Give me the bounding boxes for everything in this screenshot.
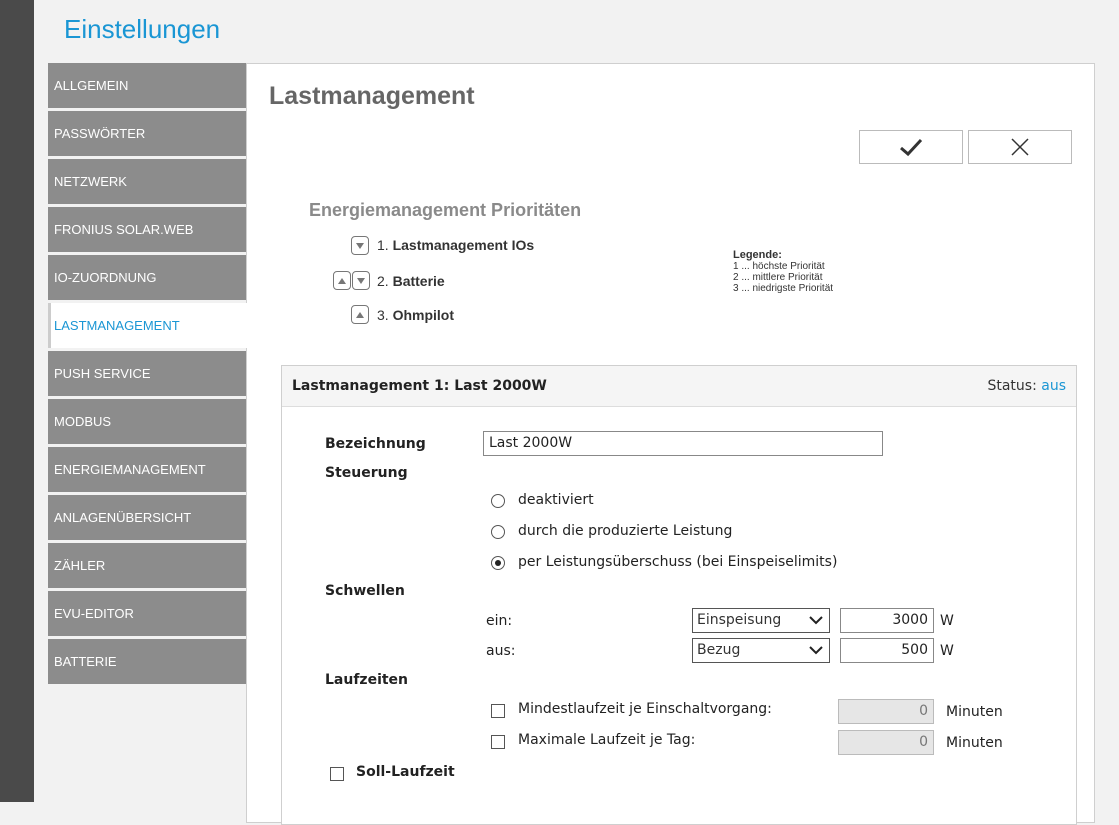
- legend-line: 2 ... mittlere Priorität: [733, 272, 823, 283]
- sidebar-item-push-service[interactable]: PUSH SERVICE: [48, 351, 246, 396]
- radio-leistungsueberschuss[interactable]: [491, 556, 505, 570]
- sidebar-item-modbus[interactable]: MODBUS: [48, 399, 246, 444]
- priority-item-3: 3. Ohmpilot: [377, 307, 454, 323]
- load-management-card: Lastmanagement 1: Last 2000W Status: aus…: [281, 365, 1077, 825]
- sidebar-item-evu-editor[interactable]: EVU-EDITOR: [48, 591, 246, 636]
- page-title: Lastmanagement: [269, 82, 475, 110]
- move-down-button-2[interactable]: [352, 271, 370, 290]
- sidebar-item-energiemanagement[interactable]: ENERGIEMANAGEMENT: [48, 447, 246, 492]
- schwelle-aus-mode-select[interactable]: Bezug: [692, 638, 830, 663]
- soll-laufzeit-label: Soll-Laufzeit: [356, 764, 455, 780]
- move-up-button-2[interactable]: [333, 271, 351, 290]
- priority-number: 1.: [377, 237, 389, 253]
- mindestlaufzeit-label: Mindestlaufzeit je Einschaltvorgang:: [518, 701, 772, 717]
- schwellen-label: Schwellen: [325, 583, 405, 599]
- schwelle-ein-value-input[interactable]: 3000: [840, 608, 934, 633]
- radio-produzierte-leistung[interactable]: [491, 525, 505, 539]
- status-indicator: Status: aus: [987, 378, 1066, 394]
- sidebar-item-anlagenuebersicht[interactable]: ANLAGENÜBERSICHT: [48, 495, 246, 540]
- schwelle-aus-label: aus:: [486, 643, 516, 659]
- priority-label: Lastmanagement IOs: [392, 237, 535, 253]
- sidebar-item-solarweb[interactable]: FRONIUS SOLAR.WEB: [48, 207, 246, 252]
- content-panel: Lastmanagement Energiemanagement Priorit…: [246, 63, 1095, 825]
- move-up-button-3[interactable]: [351, 305, 369, 324]
- checkmark-icon: [900, 138, 923, 157]
- mindestlaufzeit-checkbox[interactable]: [491, 704, 505, 718]
- maximale-laufzeit-input[interactable]: 0: [838, 730, 934, 755]
- steuerung-label: Steuerung: [325, 465, 408, 481]
- radio-label-leistungsueberschuss: per Leistungsüberschuss (bei Einspeiseli…: [518, 554, 838, 570]
- bezeichnung-input[interactable]: Last 2000W: [483, 431, 883, 456]
- priority-item-2: 2. Batterie: [377, 273, 445, 289]
- card-title: Lastmanagement 1: Last 2000W: [292, 378, 547, 394]
- soll-laufzeit-checkbox[interactable]: [330, 767, 344, 781]
- triangle-up-icon: [356, 311, 364, 318]
- schwelle-aus-unit: W: [940, 643, 954, 659]
- schwelle-ein-mode-select[interactable]: Einspeisung: [692, 608, 830, 633]
- maximale-laufzeit-label: Maximale Laufzeit je Tag:: [518, 732, 696, 748]
- confirm-button[interactable]: [859, 130, 963, 164]
- status-label: Status:: [987, 378, 1037, 394]
- mindestlaufzeit-unit: Minuten: [946, 704, 1003, 720]
- schwelle-aus-value-input[interactable]: 500: [840, 638, 934, 663]
- sidebar: ALLGEMEIN PASSWÖRTER NETZWERK FRONIUS SO…: [48, 63, 250, 687]
- status-value: aus: [1041, 378, 1066, 394]
- sidebar-item-allgemein[interactable]: ALLGEMEIN: [48, 63, 246, 108]
- priority-legend: Legende: 1 ... höchste Priorität 2 ... m…: [733, 249, 834, 295]
- triangle-up-icon: [338, 277, 346, 284]
- sidebar-item-batterie[interactable]: BATTERIE: [48, 639, 246, 684]
- select-value: Einspeisung: [697, 612, 782, 628]
- select-value: Bezug: [697, 642, 741, 658]
- sidebar-item-zaehler[interactable]: ZÄHLER: [48, 543, 246, 588]
- move-down-button-1[interactable]: [351, 236, 369, 255]
- chevron-down-icon: [809, 646, 823, 655]
- radio-deaktiviert[interactable]: [491, 494, 505, 508]
- chevron-down-icon: [809, 616, 823, 625]
- bezeichnung-label: Bezeichnung: [325, 436, 426, 452]
- maximale-laufzeit-checkbox[interactable]: [491, 735, 505, 749]
- legend-title: Legende:: [733, 249, 782, 261]
- close-icon: [1011, 138, 1029, 156]
- schwelle-ein-label: ein:: [486, 613, 513, 629]
- priority-number: 3.: [377, 307, 389, 323]
- triangle-down-icon: [357, 277, 365, 284]
- priority-number: 2.: [377, 273, 389, 289]
- priority-item-1: 1. Lastmanagement IOs: [377, 237, 534, 253]
- legend-line: 3 ... niedrigste Priorität: [733, 283, 834, 294]
- cancel-button[interactable]: [968, 130, 1072, 164]
- sidebar-item-netzwerk[interactable]: NETZWERK: [48, 159, 246, 204]
- sidebar-item-io-zuordnung[interactable]: IO-ZUORDNUNG: [48, 255, 246, 300]
- priority-label: Batterie: [392, 273, 445, 289]
- legend-line: 1 ... höchste Priorität: [733, 261, 825, 272]
- laufzeiten-label: Laufzeiten: [325, 672, 409, 688]
- triangle-down-icon: [356, 242, 364, 249]
- radio-label-deaktiviert: deaktiviert: [518, 492, 594, 508]
- sidebar-item-lastmanagement[interactable]: LASTMANAGEMENT: [48, 303, 250, 348]
- mindestlaufzeit-input[interactable]: 0: [838, 699, 934, 724]
- app-title: Einstellungen: [64, 14, 221, 44]
- left-edge-bar: [0, 0, 34, 802]
- radio-label-produzierte-leistung: durch die produzierte Leistung: [518, 523, 733, 539]
- priorities-title: Energiemanagement Prioritäten: [309, 200, 582, 220]
- card-header: Lastmanagement 1: Last 2000W Status: aus: [282, 366, 1076, 407]
- maximale-laufzeit-unit: Minuten: [946, 735, 1003, 751]
- schwelle-ein-unit: W: [940, 613, 954, 629]
- sidebar-item-passwoerter[interactable]: PASSWÖRTER: [48, 111, 246, 156]
- priority-label: Ohmpilot: [392, 307, 455, 323]
